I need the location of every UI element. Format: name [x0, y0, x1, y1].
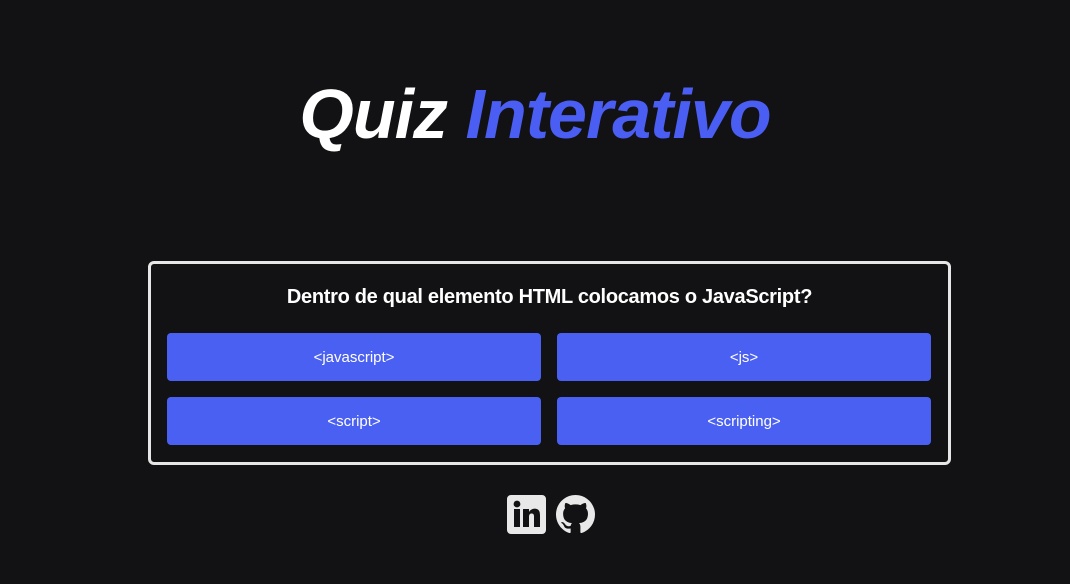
- github-icon: [556, 495, 595, 534]
- answers-grid: <javascript> <js> <script> <scripting>: [167, 333, 931, 445]
- linkedin-icon: [507, 495, 546, 534]
- answer-button-javascript[interactable]: <javascript>: [167, 333, 541, 381]
- answer-button-scripting[interactable]: <scripting>: [557, 397, 931, 445]
- quiz-card: Dentro de qual elemento HTML colocamos o…: [148, 261, 951, 465]
- page: Quiz Interativo Dentro de qual elemento …: [0, 0, 1070, 584]
- page-title: Quiz Interativo: [0, 72, 1070, 156]
- title-word-interativo: Interativo: [465, 75, 772, 153]
- question-text: Dentro de qual elemento HTML colocamos o…: [286, 286, 813, 308]
- social-links: [507, 495, 597, 535]
- answer-button-js[interactable]: <js>: [557, 333, 931, 381]
- answer-button-script[interactable]: <script>: [167, 397, 541, 445]
- linkedin-link[interactable]: [507, 495, 546, 534]
- title-word-quiz: Quiz: [299, 75, 448, 153]
- github-link[interactable]: [556, 495, 595, 534]
